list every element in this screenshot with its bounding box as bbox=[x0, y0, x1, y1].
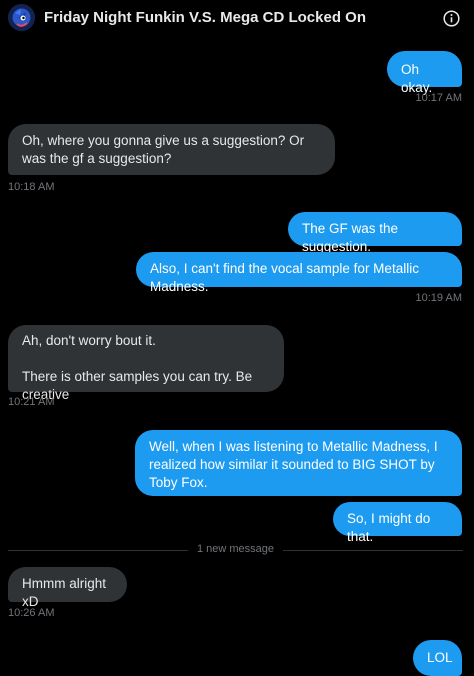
message-bubble-sent[interactable]: Oh okay. bbox=[387, 51, 462, 95]
message-bubble-received[interactable]: Ah, don't worry bout it. There is other … bbox=[8, 325, 284, 402]
divider-line-right bbox=[283, 550, 463, 551]
avatar-image bbox=[8, 4, 35, 31]
message-timestamp: 10:26 AM bbox=[8, 607, 55, 619]
message-bubble-sent[interactable]: LOL bbox=[413, 640, 462, 676]
message-bubble-sent[interactable]: The GF was the suggestion. bbox=[288, 212, 462, 254]
message-text-second-paragraph: There is other samples you can try. Be c… bbox=[22, 369, 253, 402]
conversation-title: Friday Night Funkin V.S. Mega CD Locked … bbox=[44, 9, 366, 26]
message-bubble-sent[interactable]: Well, when I was listening to Metallic M… bbox=[135, 430, 462, 496]
message-text: So, I might do that. bbox=[347, 511, 431, 544]
new-message-label: 1 new message bbox=[196, 543, 275, 555]
message-text: LOL bbox=[427, 650, 453, 665]
message-timestamp: 10:17 AM bbox=[415, 92, 462, 104]
conversation-avatar[interactable] bbox=[8, 4, 35, 31]
message-bubble-sent[interactable]: So, I might do that. bbox=[333, 502, 462, 544]
message-bubble-received[interactable]: Hmmm alright xD bbox=[8, 567, 127, 609]
message-timestamp: 10:18 AM bbox=[8, 181, 55, 193]
message-bubble-sent[interactable]: Also, I can't find the vocal sample for … bbox=[136, 252, 462, 294]
message-text: Hmmm alright xD bbox=[22, 576, 107, 609]
message-timestamp: 10:19 AM bbox=[415, 292, 462, 304]
conversation-header: Friday Night Funkin V.S. Mega CD Locked … bbox=[0, 0, 474, 36]
message-text: The GF was the suggestion. bbox=[302, 221, 399, 254]
message-text: Oh okay. bbox=[401, 62, 433, 95]
message-timestamp: 10:21 AM bbox=[8, 396, 55, 408]
message-text: Also, I can't find the vocal sample for … bbox=[150, 261, 419, 294]
new-message-divider: 1 new message bbox=[8, 543, 463, 555]
message-bubble-received[interactable]: Oh, where you gonna give us a suggestion… bbox=[8, 124, 335, 175]
message-text: Well, when I was listening to Metallic M… bbox=[149, 439, 438, 490]
message-text: Oh, where you gonna give us a suggestion… bbox=[22, 133, 305, 166]
message-text: Ah, don't worry bout it. bbox=[22, 333, 156, 348]
info-icon[interactable] bbox=[443, 10, 460, 27]
